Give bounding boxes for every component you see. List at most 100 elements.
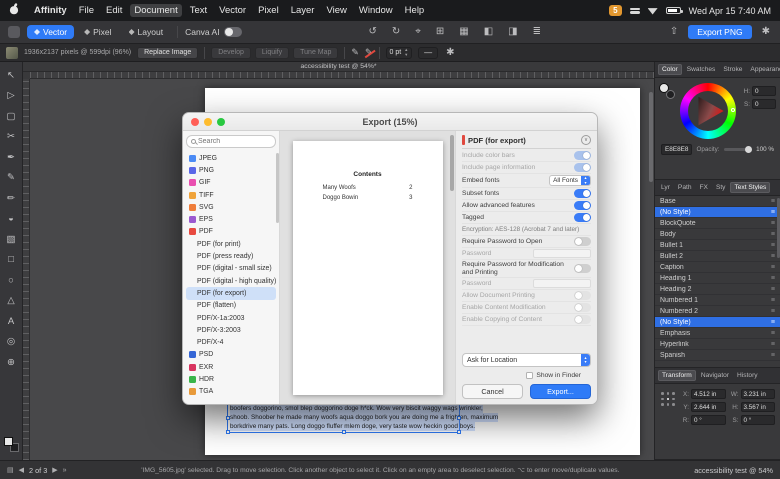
persona-button[interactable]: Vector: [27, 25, 75, 39]
color-wheel[interactable]: [680, 83, 736, 139]
ellipse-tool-icon[interactable]: ○: [3, 272, 20, 289]
text-style-item[interactable]: Bullet 2 ≡: [655, 251, 780, 262]
panel-tab[interactable]: Text Styles: [730, 182, 771, 193]
export-button[interactable]: Export...: [530, 384, 591, 399]
menu-item[interactable]: Help: [401, 4, 429, 17]
wifi-icon[interactable]: [647, 8, 658, 15]
panel-tab[interactable]: Swatches: [684, 65, 719, 74]
canvas-scrollbar[interactable]: [649, 92, 653, 182]
grid-icon[interactable]: ⊞: [434, 25, 446, 39]
format-list-item[interactable]: PDF (press ready): [186, 250, 276, 262]
text-style-item[interactable]: BlockQuote ≡: [655, 218, 780, 229]
panel-tab[interactable]: Path: [675, 183, 695, 192]
insert-inside-icon[interactable]: ◧: [482, 25, 495, 39]
drag-handle-icon[interactable]: ≡: [771, 231, 775, 238]
canva-ai-toggle[interactable]: Canva AI: [185, 27, 242, 37]
document-tab[interactable]: accessibility test @ 54%*: [23, 62, 654, 72]
share-icon[interactable]: ⇧: [668, 25, 680, 39]
format-list-item[interactable]: SVG: [186, 201, 276, 213]
context-action-button[interactable]: Liquify: [254, 46, 290, 59]
menu-item[interactable]: View: [322, 4, 350, 17]
menu-item[interactable]: Layer: [287, 4, 319, 17]
transform-value-input[interactable]: 3.567 in: [740, 402, 775, 412]
screen-record-badge[interactable]: 5: [609, 4, 622, 17]
replace-image-button[interactable]: Replace Image: [137, 46, 199, 59]
settings-icon[interactable]: ✱: [760, 25, 772, 39]
saturation-value[interactable]: 0: [752, 99, 776, 109]
drag-handle-icon[interactable]: ≡: [771, 253, 775, 260]
text-style-item[interactable]: Heading 1 ≡: [655, 273, 780, 284]
text-style-item[interactable]: (No Style) ≡: [655, 317, 780, 328]
format-list-scrollbar[interactable]: [276, 153, 279, 223]
setting-toggle[interactable]: [574, 189, 591, 198]
setting-dropdown[interactable]: All Fonts ▲ ▼: [549, 175, 591, 186]
stroke-width-stepper[interactable]: 0 pt ▲ ▼: [385, 46, 413, 59]
location-dropdown[interactable]: Ask for Location ▲ ▼: [462, 353, 591, 367]
preview-scrollbar[interactable]: [450, 135, 454, 191]
format-list-item[interactable]: HDR: [186, 373, 276, 385]
format-list-item[interactable]: EPS: [186, 213, 276, 225]
selection-handle[interactable]: [457, 430, 461, 434]
stepper-arrows-icon[interactable]: ▲ ▼: [404, 47, 408, 57]
format-list-item[interactable]: TGA: [186, 386, 276, 398]
apple-logo-icon[interactable]: [9, 3, 19, 18]
panel-tab[interactable]: Transform: [658, 370, 696, 381]
drag-handle-icon[interactable]: ≡: [771, 341, 775, 348]
format-list-item[interactable]: PDF (digital - high quality): [186, 275, 276, 287]
panel-tab[interactable]: History: [734, 371, 761, 380]
text-style-item[interactable]: Caption ≡: [655, 262, 780, 273]
drag-handle-icon[interactable]: ≡: [771, 308, 775, 315]
panel-tab[interactable]: Appearance: [747, 65, 780, 74]
opacity-value[interactable]: 100 %: [756, 146, 774, 153]
transparency-tool-icon[interactable]: ▧: [3, 231, 20, 248]
text-style-item[interactable]: Emphasis ≡: [655, 328, 780, 339]
setting-toggle[interactable]: [574, 163, 591, 172]
hue-marker[interactable]: [731, 108, 735, 112]
redo-icon[interactable]: ↻: [390, 25, 402, 39]
transform-value-input[interactable]: 3.231 in: [740, 389, 775, 399]
anchor-point-selector[interactable]: [660, 391, 676, 407]
setting-toggle[interactable]: [574, 315, 591, 324]
node-tool-icon[interactable]: ▷: [3, 88, 20, 105]
transform-value-input[interactable]: 0 °: [691, 415, 726, 425]
setting-toggle[interactable]: [574, 237, 591, 246]
export-png-button[interactable]: Export PNG: [688, 24, 752, 40]
rectangle-tool-icon[interactable]: □: [3, 252, 20, 269]
panel-tab[interactable]: Lyr: [658, 183, 673, 192]
fill-stroke-swatches[interactable]: [659, 83, 675, 99]
brush-tool-icon[interactable]: ✏: [3, 190, 20, 207]
format-list-item[interactable]: PDF: [186, 226, 276, 238]
search-field[interactable]: [186, 135, 276, 148]
menu-item[interactable]: File: [75, 4, 98, 17]
panel-tab[interactable]: Stroke: [720, 65, 745, 74]
fill-stroke-swatches[interactable]: [3, 437, 19, 452]
order-icon[interactable]: ≣: [531, 25, 543, 39]
menu-item[interactable]: Edit: [102, 4, 126, 17]
next-page-icon[interactable]: ▶: [52, 467, 57, 474]
format-list-item[interactable]: TIFF: [186, 189, 276, 201]
shape-tool-icon[interactable]: △: [3, 293, 20, 310]
color-picker-tool-icon[interactable]: ◎: [3, 334, 20, 351]
last-page-icon[interactable]: »: [63, 467, 67, 474]
drag-handle-icon[interactable]: ≡: [771, 264, 775, 271]
text-tool-icon[interactable]: A: [3, 313, 20, 330]
persona-button[interactable]: Layout: [122, 25, 171, 39]
setting-toggle[interactable]: [574, 303, 591, 312]
transform-value-input[interactable]: 4.512 in: [691, 389, 726, 399]
password-input[interactable]: [533, 249, 591, 258]
snapping-icon[interactable]: ⌖: [413, 25, 423, 39]
drag-handle-icon[interactable]: ≡: [771, 198, 775, 205]
context-action-button[interactable]: Tune Map: [293, 46, 339, 59]
persona-button[interactable]: Pixel: [77, 25, 118, 39]
format-list-item[interactable]: PDF/X-1a:2003: [186, 312, 276, 324]
close-window-button[interactable]: [191, 117, 199, 126]
drag-handle-icon[interactable]: ≡: [771, 297, 775, 304]
drag-handle-icon[interactable]: ≡: [771, 220, 775, 227]
show-in-finder-checkbox[interactable]: [526, 372, 534, 379]
text-style-item[interactable]: Spanish ≡: [655, 350, 780, 361]
setting-toggle[interactable]: [574, 151, 591, 160]
pages-icon[interactable]: ▤: [7, 467, 14, 474]
password-input[interactable]: [533, 279, 591, 288]
text-style-item[interactable]: Body ≡: [655, 229, 780, 240]
control-center-icon[interactable]: [629, 7, 640, 15]
